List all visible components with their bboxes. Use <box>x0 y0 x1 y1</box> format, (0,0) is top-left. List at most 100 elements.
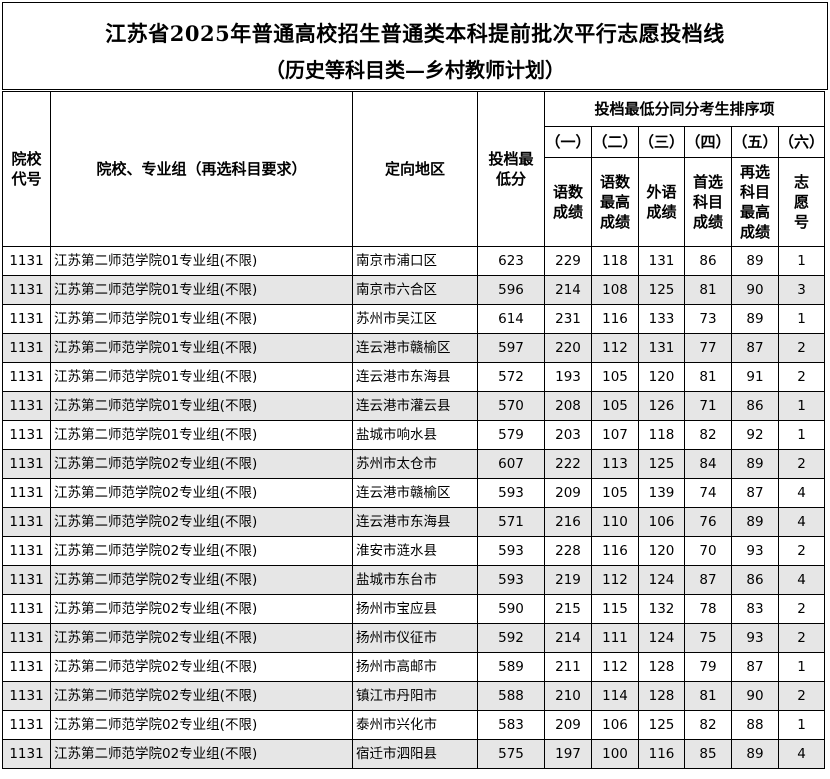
header-tie-num: （四） <box>684 126 733 158</box>
cell-tie-2: 115 <box>591 594 639 624</box>
cell-tie-4: 81 <box>684 275 733 305</box>
cell-tie-6: 2 <box>778 681 826 711</box>
cell-group: 江苏第二师范学院01专业组(不限) <box>50 275 353 305</box>
cell-tie-5: 89 <box>731 246 780 276</box>
cell-tie-1: 209 <box>544 710 592 740</box>
cell-tie-2: 108 <box>591 275 639 305</box>
cell-tie-4: 76 <box>684 507 733 537</box>
cell-tie-3: 139 <box>637 478 686 508</box>
cell-tie-6: 2 <box>778 449 826 479</box>
cell-code: 1131 <box>2 594 51 624</box>
table-row: 1131 江苏第二师范学院02专业组(不限) 宿迁市泗阳县 575 197 100 116 8… <box>2 739 826 769</box>
cell-tie-2: 110 <box>591 507 639 537</box>
cell-group: 江苏第二师范学院01专业组(不限) <box>50 362 353 392</box>
cell-min-score: 607 <box>477 449 545 479</box>
cell-tie-4: 74 <box>684 478 733 508</box>
cell-region: 苏州市吴江区 <box>352 304 478 334</box>
cell-tie-5: 87 <box>731 478 780 508</box>
cell-code: 1131 <box>2 739 51 769</box>
cell-tie-5: 87 <box>731 652 780 682</box>
cell-tie-5: 89 <box>731 449 780 479</box>
cell-tie-4: 70 <box>684 536 733 566</box>
cell-tie-1: 197 <box>544 739 592 769</box>
cell-tie-4: 79 <box>684 652 733 682</box>
cell-min-score: 588 <box>477 681 545 711</box>
cell-tie-3: 120 <box>637 536 686 566</box>
cell-code: 1131 <box>2 681 51 711</box>
cell-tie-6: 1 <box>778 304 826 334</box>
table-row: 1131 江苏第二师范学院01专业组(不限) 盐城市响水县 579 203 107 118 8… <box>2 420 826 450</box>
table-row: 1131 江苏第二师范学院02专业组(不限) 连云港市东海县 571 216 110 106… <box>2 507 826 537</box>
cell-tie-6: 2 <box>778 333 826 363</box>
cell-tie-2: 111 <box>591 623 639 653</box>
table-body: 1131 江苏第二师范学院01专业组(不限) 南京市浦口区 623 229 118 131 8… <box>2 246 826 769</box>
cell-tie-2: 105 <box>591 391 639 421</box>
cell-tie-5: 93 <box>731 623 780 653</box>
cell-code: 1131 <box>2 565 51 595</box>
cell-tie-2: 112 <box>591 333 639 363</box>
table-row: 1131 江苏第二师范学院01专业组(不限) 南京市浦口区 623 229 118 131 8… <box>2 246 826 276</box>
header-tie-item: 语数成绩 <box>544 157 592 247</box>
table-row: 1131 江苏第二师范学院02专业组(不限) 扬州市高邮市 589 211 112 128 7… <box>2 652 826 682</box>
cell-min-score: 593 <box>477 478 545 508</box>
cell-region: 连云港市东海县 <box>352 507 478 537</box>
cell-tie-1: 214 <box>544 275 592 305</box>
cell-group: 江苏第二师范学院02专业组(不限) <box>50 478 353 508</box>
cell-region: 扬州市仪征市 <box>352 623 478 653</box>
cell-region: 连云港市灌云县 <box>352 391 478 421</box>
table-row: 1131 江苏第二师范学院02专业组(不限) 镇江市丹阳市 588 210 114 128 8… <box>2 681 826 711</box>
table-row: 1131 江苏第二师范学院01专业组(不限) 苏州市吴江区 614 231 116 133 7… <box>2 304 826 334</box>
cell-tie-1: 228 <box>544 536 592 566</box>
cell-tie-3: 125 <box>637 710 686 740</box>
cell-group: 江苏第二师范学院02专业组(不限) <box>50 507 353 537</box>
cell-group: 江苏第二师范学院01专业组(不限) <box>50 304 353 334</box>
cell-tie-1: 229 <box>544 246 592 276</box>
header-group: 院校、专业组（再选科目要求） <box>50 91 353 247</box>
cell-tie-1: 193 <box>544 362 592 392</box>
cell-tie-3: 131 <box>637 246 686 276</box>
cell-region: 淮安市涟水县 <box>352 536 478 566</box>
cell-code: 1131 <box>2 652 51 682</box>
cell-code: 1131 <box>2 362 51 392</box>
cell-tie-4: 71 <box>684 391 733 421</box>
cell-tie-1: 219 <box>544 565 592 595</box>
cell-min-score: 589 <box>477 652 545 682</box>
header-min-score: 投档最低分 <box>477 91 545 247</box>
cell-tie-1: 214 <box>544 623 592 653</box>
table-row: 1131 江苏第二师范学院01专业组(不限) 连云港市东海县 572 193 105 120… <box>2 362 826 392</box>
cell-code: 1131 <box>2 304 51 334</box>
cell-min-score: 593 <box>477 565 545 595</box>
cell-region: 宿迁市泗阳县 <box>352 739 478 769</box>
cell-code: 1131 <box>2 536 51 566</box>
cell-tie-2: 100 <box>591 739 639 769</box>
cell-code: 1131 <box>2 623 51 653</box>
cell-tie-4: 82 <box>684 710 733 740</box>
cell-tie-1: 215 <box>544 594 592 624</box>
table-row: 1131 江苏第二师范学院01专业组(不限) 连云港市赣榆区 597 220 112 131… <box>2 333 826 363</box>
cell-code: 1131 <box>2 507 51 537</box>
cell-min-score: 571 <box>477 507 545 537</box>
table-row: 1131 江苏第二师范学院02专业组(不限) 盐城市东台市 593 219 112 124 8… <box>2 565 826 595</box>
cell-tie-2: 106 <box>591 710 639 740</box>
cell-group: 江苏第二师范学院02专业组(不限) <box>50 536 353 566</box>
cell-tie-6: 4 <box>778 507 826 537</box>
cell-tie-5: 83 <box>731 594 780 624</box>
cell-tie-5: 90 <box>731 275 780 305</box>
cell-group: 江苏第二师范学院02专业组(不限) <box>50 594 353 624</box>
cell-region: 南京市六合区 <box>352 275 478 305</box>
cell-code: 1131 <box>2 391 51 421</box>
header-tie-num: （一） <box>544 126 592 158</box>
cell-group: 江苏第二师范学院01专业组(不限) <box>50 333 353 363</box>
cell-tie-3: 106 <box>637 507 686 537</box>
cell-tie-5: 92 <box>731 420 780 450</box>
cell-group: 江苏第二师范学院02专业组(不限) <box>50 565 353 595</box>
cell-tie-5: 90 <box>731 681 780 711</box>
cell-group: 江苏第二师范学院01专业组(不限) <box>50 420 353 450</box>
cell-group: 江苏第二师范学院02专业组(不限) <box>50 710 353 740</box>
cell-group: 江苏第二师范学院02专业组(不限) <box>50 739 353 769</box>
cell-tie-1: 203 <box>544 420 592 450</box>
cell-group: 江苏第二师范学院01专业组(不限) <box>50 246 353 276</box>
cell-tie-5: 86 <box>731 565 780 595</box>
cell-code: 1131 <box>2 710 51 740</box>
admission-score-table: 院校代号 院校、专业组（再选科目要求） 定向地区 投档最低分 投档最低分同分考生… <box>2 91 826 769</box>
